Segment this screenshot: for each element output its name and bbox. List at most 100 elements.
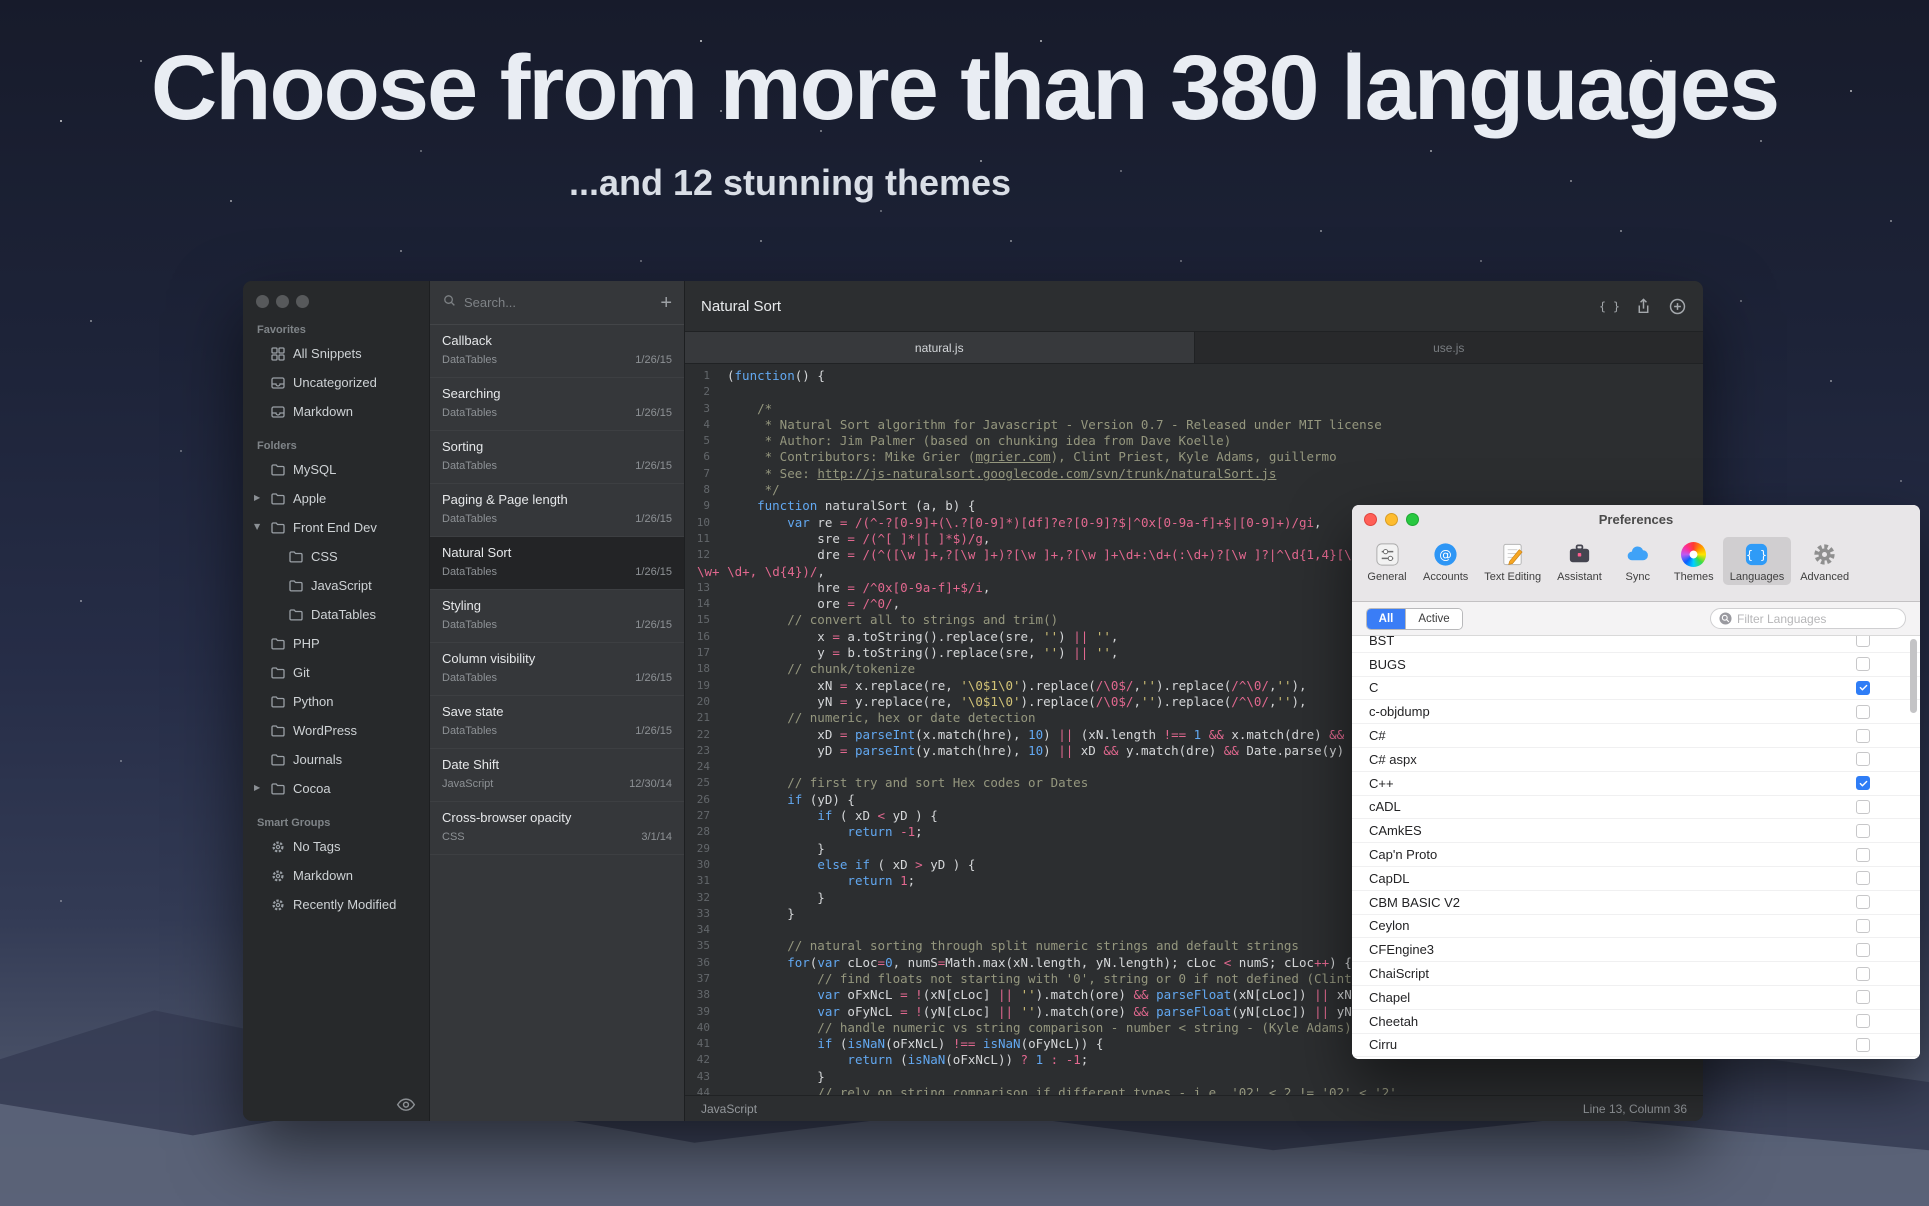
braces-icon[interactable]: { } [1600, 297, 1619, 316]
sidebar-item-php[interactable]: PHP [243, 629, 429, 658]
sidebar-item-markdown[interactable]: Markdown [243, 861, 429, 890]
disclosure-triangle-icon[interactable]: ▶ [253, 524, 261, 530]
language-name: C# [1369, 728, 1856, 743]
sidebar-item-cocoa[interactable]: ▶Cocoa [243, 774, 429, 803]
sidebar-item-label: Markdown [293, 404, 353, 419]
minimize-button[interactable] [1385, 513, 1398, 526]
sidebar-item-recently-modified[interactable]: Recently Modified [243, 890, 429, 919]
language-row-chaiscript[interactable]: ChaiScript [1352, 962, 1920, 986]
share-icon[interactable] [1634, 297, 1653, 316]
language-row-cheetah[interactable]: Cheetah [1352, 1010, 1920, 1034]
add-tab-icon[interactable] [1668, 297, 1687, 316]
language-checkbox[interactable] [1856, 895, 1870, 909]
sidebar-item-front-end-dev[interactable]: ▶Front End Dev [243, 513, 429, 542]
language-row-chapel[interactable]: Chapel [1352, 986, 1920, 1010]
zoom-button[interactable] [1406, 513, 1419, 526]
snippet-item-natural-sort[interactable]: Natural SortDataTables1/26/15 [430, 537, 684, 590]
language-row-cfengine3[interactable]: CFEngine3 [1352, 938, 1920, 962]
language-checkbox[interactable] [1856, 943, 1870, 957]
language-row-bugs[interactable]: BUGS [1352, 653, 1920, 677]
language-checkbox[interactable] [1856, 848, 1870, 862]
search-bar: Search... + [430, 281, 684, 325]
language-checkbox[interactable] [1856, 1014, 1870, 1028]
snippet-item-sorting[interactable]: SortingDataTables1/26/15 [430, 431, 684, 484]
sidebar-item-datatables[interactable]: DataTables [243, 600, 429, 629]
toggle-sidebar-icon[interactable] [396, 1098, 416, 1112]
language-checkbox[interactable] [1856, 967, 1870, 981]
language-row-bst[interactable]: BST [1352, 636, 1920, 653]
prefs-tab-themes[interactable]: Themes [1667, 537, 1721, 585]
sidebar-item-apple[interactable]: ▶Apple [243, 484, 429, 513]
add-snippet-button[interactable]: + [660, 293, 672, 313]
line-number: 29 [685, 841, 718, 857]
sidebar-item-css[interactable]: CSS [243, 542, 429, 571]
snippet-item-paging-page-length[interactable]: Paging & Page lengthDataTables1/26/15 [430, 484, 684, 537]
language-row-cbm-basic-v2[interactable]: CBM BASIC V2 [1352, 891, 1920, 915]
prefs-tab-languages[interactable]: { }Languages [1723, 537, 1791, 585]
language-row-cirru[interactable]: Cirru [1352, 1034, 1920, 1058]
disclosure-triangle-icon[interactable]: ▶ [254, 494, 260, 502]
language-checkbox[interactable] [1856, 729, 1870, 743]
prefs-tab-assistant[interactable]: Assistant [1550, 537, 1609, 585]
language-checkbox[interactable] [1856, 1038, 1870, 1052]
minimize-button[interactable] [276, 295, 289, 308]
sidebar-item-uncategorized[interactable]: Uncategorized [243, 368, 429, 397]
language-checkbox[interactable] [1856, 752, 1870, 766]
prefs-tab-accounts[interactable]: @Accounts [1416, 537, 1475, 585]
filter-languages-field[interactable]: Filter Languages [1710, 608, 1906, 629]
language-row-c-aspx[interactable]: C# aspx [1352, 748, 1920, 772]
sidebar-item-python[interactable]: Python [243, 687, 429, 716]
tab-use-js[interactable]: use.js [1195, 332, 1704, 363]
language-row-cap-n-proto[interactable]: Cap'n Proto [1352, 843, 1920, 867]
sidebar-item-wordpress[interactable]: WordPress [243, 716, 429, 745]
language-checkbox[interactable] [1856, 871, 1870, 885]
snippet-item-callback[interactable]: CallbackDataTables1/26/15 [430, 325, 684, 378]
sidebar-item-mysql[interactable]: MySQL [243, 455, 429, 484]
segment-all[interactable]: All [1367, 609, 1405, 629]
scrollbar-thumb[interactable] [1910, 639, 1917, 713]
search-input[interactable]: Search... [464, 295, 653, 310]
snippet-item-save-state[interactable]: Save stateDataTables1/26/15 [430, 696, 684, 749]
snippet-item-styling[interactable]: StylingDataTables1/26/15 [430, 590, 684, 643]
snippet-item-date-shift[interactable]: Date ShiftJavaScript12/30/14 [430, 749, 684, 802]
language-checkbox[interactable] [1856, 824, 1870, 838]
segment-active[interactable]: Active [1405, 609, 1462, 629]
language-row-capdl[interactable]: CapDL [1352, 867, 1920, 891]
language-checkbox[interactable] [1856, 800, 1870, 814]
language-row-c[interactable]: C [1352, 677, 1920, 701]
language-row-camkes[interactable]: CAmkES [1352, 819, 1920, 843]
snippet-item-searching[interactable]: SearchingDataTables1/26/15 [430, 378, 684, 431]
language-checkbox[interactable] [1856, 776, 1870, 790]
sidebar-item-markdown[interactable]: Markdown [243, 397, 429, 426]
sidebar-item-label: MySQL [293, 462, 336, 477]
snippet-item-column-visibility[interactable]: Column visibilityDataTables1/26/15 [430, 643, 684, 696]
language-checkbox[interactable] [1856, 657, 1870, 671]
snippet-item-cross-browser-opacity[interactable]: Cross-browser opacityCSS3/1/14 [430, 802, 684, 855]
language-checkbox[interactable] [1856, 919, 1870, 933]
close-button[interactable] [256, 295, 269, 308]
language-row-ceylon[interactable]: Ceylon [1352, 915, 1920, 939]
language-row-cadl[interactable]: cADL [1352, 796, 1920, 820]
language-checkbox[interactable] [1856, 990, 1870, 1004]
sidebar-item-javascript[interactable]: JavaScript [243, 571, 429, 600]
sidebar-item-git[interactable]: Git [243, 658, 429, 687]
language-row-c[interactable]: C++ [1352, 772, 1920, 796]
zoom-button[interactable] [296, 295, 309, 308]
prefs-tab-general[interactable]: General [1360, 537, 1414, 585]
language-status[interactable]: JavaScript [701, 1102, 757, 1116]
language-checkbox[interactable] [1856, 705, 1870, 719]
prefs-tab-advanced[interactable]: Advanced [1793, 537, 1856, 585]
close-button[interactable] [1364, 513, 1377, 526]
prefs-tab-text-editing[interactable]: Text Editing [1477, 537, 1548, 585]
language-row-c[interactable]: C# [1352, 724, 1920, 748]
sidebar-item-journals[interactable]: Journals [243, 745, 429, 774]
tab-natural-js[interactable]: natural.js [685, 332, 1195, 363]
language-checkbox[interactable] [1856, 636, 1870, 647]
language-checkbox[interactable] [1856, 681, 1870, 695]
disclosure-triangle-icon[interactable]: ▶ [254, 784, 260, 792]
prefs-tab-sync[interactable]: Sync [1611, 537, 1665, 585]
sidebar-item-no-tags[interactable]: No Tags [243, 832, 429, 861]
language-row-c-objdump[interactable]: c-objdump [1352, 700, 1920, 724]
sidebar-item-all-snippets[interactable]: All Snippets [243, 339, 429, 368]
filter-placeholder: Filter Languages [1737, 612, 1826, 626]
